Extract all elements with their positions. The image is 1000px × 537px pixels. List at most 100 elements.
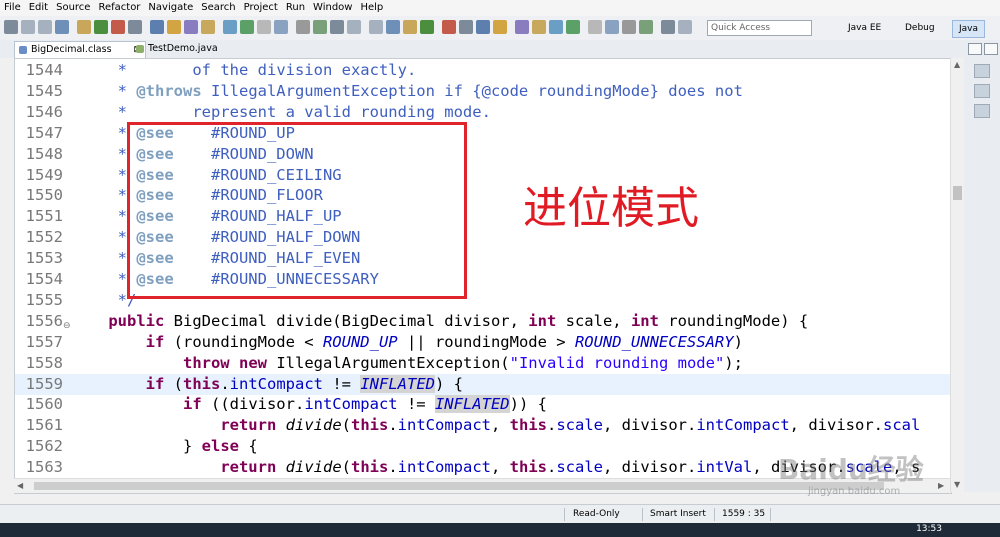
scroll-thumb[interactable] [34,482,884,490]
run-icon[interactable] [420,20,434,34]
navigate-back-icon[interactable] [274,20,288,34]
code-line[interactable]: 1561 return divide(this.intCompact, this… [15,415,951,436]
scroll-down-icon[interactable]: ▼ [954,480,960,489]
status-cursor-position: 1559 : 35 [722,509,766,519]
mark-occurrences-icon[interactable] [549,20,563,34]
word-wrap-icon[interactable] [257,20,271,34]
maximize-button[interactable] [984,43,998,55]
perspective-debug[interactable]: Debug [905,20,935,36]
scroll-thumb[interactable] [953,186,962,200]
code-token: divide [285,416,342,435]
code-token: , divisor. [789,416,883,435]
new-icon[interactable] [330,20,344,34]
save-all-icon[interactable] [38,20,52,34]
save-icon[interactable] [347,20,361,34]
stop-icon[interactable] [111,20,125,34]
scroll-right-icon[interactable]: ▶ [938,481,944,490]
code-line[interactable]: 1545 * @throws IllegalArgumentException … [15,81,951,102]
build-icon[interactable] [128,20,142,34]
scroll-left-icon[interactable]: ◀ [17,481,23,490]
class-file-icon [19,46,27,54]
menu-window[interactable]: Window [309,0,356,16]
pin-icon[interactable] [313,20,327,34]
new-icon[interactable] [4,20,18,34]
code-line[interactable]: 1560 if ((divisor.intCompact != INFLATED… [15,394,951,415]
toggle-block-icon[interactable] [240,20,254,34]
annotation-icon[interactable] [532,20,546,34]
menu-edit[interactable]: Edit [25,0,52,16]
code-token: , divisor. [603,458,697,477]
code-token: * represent a valid rounding mode. [71,102,491,121]
save-all-icon[interactable] [369,20,383,34]
open-type-icon[interactable] [167,20,181,34]
print-icon[interactable] [386,20,400,34]
code-token: , divisor. [603,416,697,435]
navigate-back-icon[interactable] [605,20,619,34]
new-icon[interactable] [661,20,675,34]
word-wrap-icon[interactable] [588,20,602,34]
code-line[interactable]: 1559 if (this.intCompact != INFLATED) { [15,373,951,395]
code-line[interactable]: 1556 ⊖ public BigDecimal divide(BigDecima… [15,311,951,332]
mark-occurrences-icon[interactable] [223,20,237,34]
toggle-block-icon[interactable] [566,20,580,34]
open-task-icon[interactable] [184,20,198,34]
minimize-button[interactable] [968,43,982,55]
menu-source[interactable]: Source [52,0,94,16]
line-number: 1557 [25,332,63,351]
open-type-icon[interactable] [493,20,507,34]
code-token: != [397,395,435,414]
outline-view-icon[interactable] [974,84,990,98]
menu-refactor[interactable]: Refactor [94,0,144,16]
menu-search[interactable]: Search [197,0,239,16]
menu-help[interactable]: Help [356,0,387,16]
quick-access-input[interactable]: Quick Access [707,20,812,36]
print-icon[interactable] [55,20,69,34]
tab-testdemo-java[interactable]: TestDemo.java [132,41,248,57]
minimized-views-pane [964,58,1000,492]
code-text: public BigDecimal divide(BigDecimal divi… [71,311,808,332]
open-task-icon[interactable] [515,20,529,34]
perspective-java-ee[interactable]: Java EE [848,20,881,36]
tab-bigdecimal-class[interactable]: BigDecimal.class ⊠ [14,41,146,58]
scroll-up-icon[interactable]: ▲ [954,60,960,69]
menu-navigate[interactable]: Navigate [144,0,197,16]
code-line[interactable]: 1546 * represent a valid rounding mode. [15,102,951,123]
debug-icon[interactable] [403,20,417,34]
pin-icon[interactable] [639,20,653,34]
task-list-icon[interactable] [974,104,990,118]
menu-project[interactable]: Project [240,0,282,16]
line-number: 1550 [25,186,63,205]
run-icon[interactable] [94,20,108,34]
vertical-scrollbar[interactable]: ▲ ▼ [950,58,965,492]
status-divider [714,508,715,521]
save-icon[interactable] [21,20,35,34]
menu-run[interactable]: Run [282,0,309,16]
code-token: this [351,458,389,477]
watermark-url: jingyan.baidu.com [808,486,901,497]
debug-icon[interactable] [77,20,91,34]
build-icon[interactable] [459,20,473,34]
code-token: != [323,374,361,393]
search-icon[interactable] [150,20,164,34]
restore-view-icon[interactable] [974,64,990,78]
menu-file[interactable]: File [0,0,25,16]
code-token: of the division exactly. [192,61,417,79]
code-line[interactable]: 1544 * of the division exactly. [15,60,951,81]
navigate-forward-icon[interactable] [296,20,310,34]
search-icon[interactable] [476,20,490,34]
code-token: * [71,81,137,100]
line-number: 1556 [25,311,63,330]
perspective-java[interactable]: Java [952,20,986,38]
code-token: . [547,458,557,477]
annotation-icon[interactable] [201,20,215,34]
code-line[interactable]: 1557 if (roundingMode < ROUND_UP || roun… [15,332,951,353]
save-icon[interactable] [678,20,692,34]
code-token: intCompact [397,458,491,477]
code-line[interactable]: 1558 throw new IllegalArgumentException(… [15,353,951,374]
navigate-forward-icon[interactable] [622,20,636,34]
stop-icon[interactable] [442,20,456,34]
